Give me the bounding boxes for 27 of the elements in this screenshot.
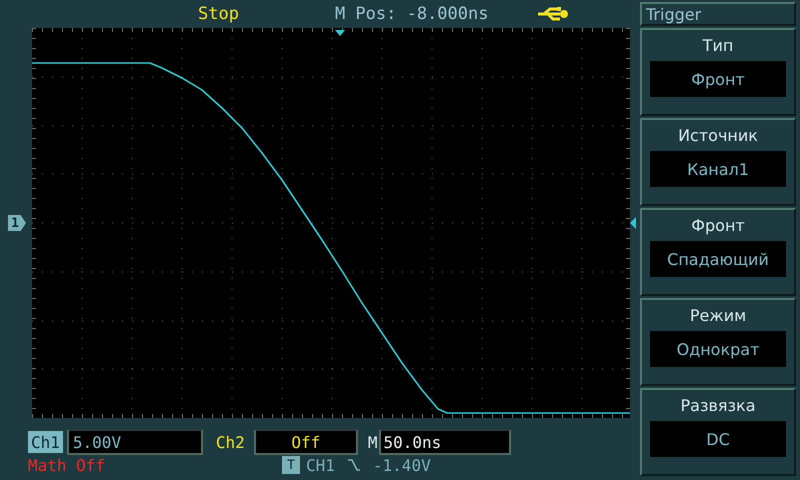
menu-value[interactable]: Спадающий: [650, 241, 786, 277]
channel-scale-field: 5.00V: [66, 429, 203, 455]
channel-label[interactable]: Ch2: [212, 431, 248, 453]
horizontal-position: M Pos: -8.000ns: [334, 4, 488, 24]
menu-label: Фронт: [691, 216, 745, 235]
falling-edge-icon: [346, 458, 361, 472]
usb-icon: [538, 6, 570, 22]
run-status: Stop: [198, 4, 239, 24]
menu-label: Источник: [678, 126, 758, 145]
menu-value[interactable]: Канал1: [650, 151, 786, 187]
menu-label: Тип: [702, 36, 734, 55]
trigger-level: -1.40V: [372, 456, 431, 474]
timebase-field: 50.0ns: [379, 429, 512, 455]
menu-label: Развязка: [680, 396, 756, 415]
channel-scale-field: Off: [254, 429, 358, 455]
menu-value[interactable]: Фронт: [650, 61, 786, 97]
channel-label[interactable]: Ch1: [28, 431, 63, 453]
timebase-label: M: [366, 432, 378, 453]
trigger-source: CH1: [306, 456, 335, 474]
math-status: Math Off: [28, 456, 106, 474]
menu-label: Режим: [690, 306, 746, 325]
menu-value[interactable]: Однократ: [650, 331, 786, 367]
trigger-badge: T: [282, 456, 300, 474]
trigger-position-icon: [335, 30, 345, 36]
channel-marker: 1: [8, 215, 26, 231]
menu-value[interactable]: DC: [650, 421, 786, 457]
menu-title: Trigger: [640, 2, 796, 26]
